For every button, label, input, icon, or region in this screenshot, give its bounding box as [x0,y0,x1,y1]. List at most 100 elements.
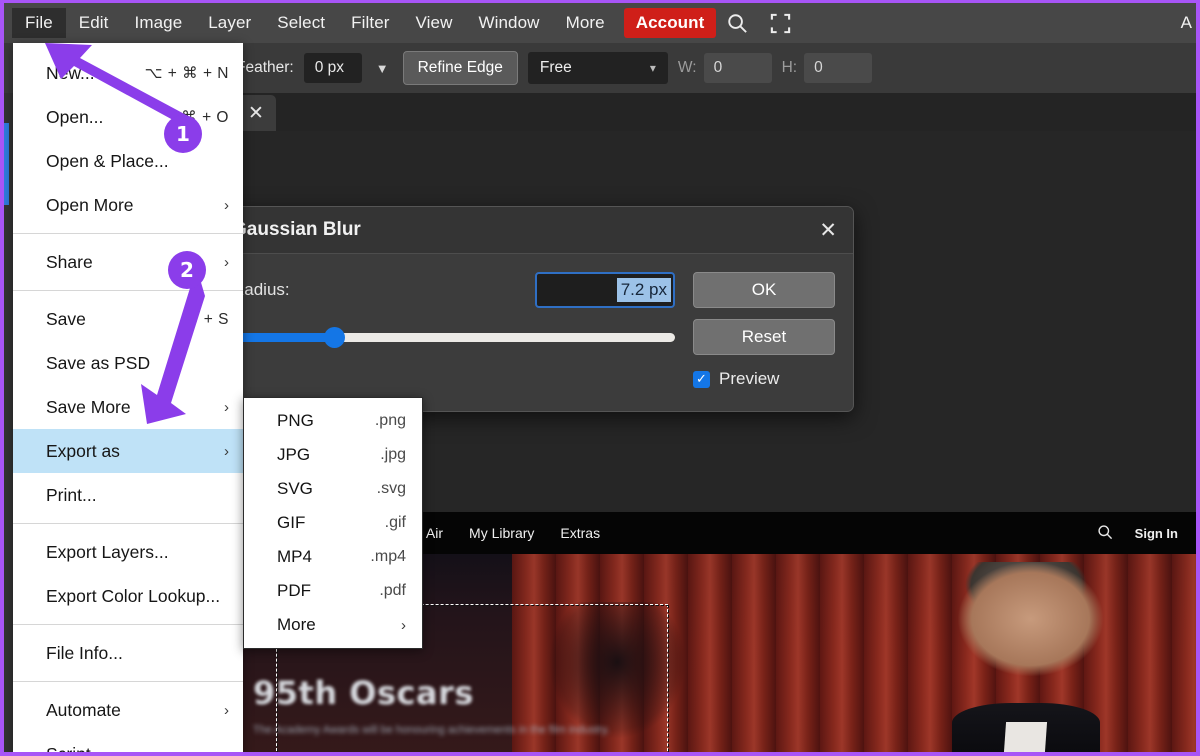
height-input[interactable]: 0 [804,53,873,83]
search-icon[interactable] [1097,524,1113,543]
menu-item-shortcut: ⌘ + S [182,310,229,328]
export-format-pdf[interactable]: PDF .pdf [244,574,422,608]
chevron-down-icon[interactable]: ▼ [372,61,393,76]
export-format-extension: .mp4 [370,548,406,565]
menu-overflow-label[interactable]: A [1181,13,1192,33]
menu-item-label: Save More [46,396,131,417]
menu-item-label: Save [46,308,86,329]
host-shirt [1004,721,1048,752]
file-menu-item-open-more[interactable]: Open More › [13,183,243,227]
feather-input[interactable]: 0 px [303,53,362,83]
export-format-jpg[interactable]: JPG .jpg [244,438,422,472]
file-menu-item-export-as[interactable]: Export as › [13,429,243,473]
sign-in-button[interactable]: Sign In [1135,526,1178,541]
file-menu-item-new[interactable]: New... ⌥ + ⌘ + N [13,51,243,95]
slider-knob[interactable] [323,327,345,348]
export-format-more[interactable]: More › [244,608,422,642]
close-icon[interactable]: ✕ [819,220,837,241]
menu-filter[interactable]: Filter [338,8,402,38]
menu-file[interactable]: File [12,8,66,38]
menu-layer[interactable]: Layer [195,8,264,38]
chevron-right-icon: › [224,253,229,271]
file-menu-dropdown[interactable]: New... ⌥ + ⌘ + N Open... ⌘ + O Open & Place.… [13,43,243,753]
export-format-gif[interactable]: GIF .gif [244,506,422,540]
file-menu-item-script[interactable]: Script... [13,732,243,753]
ok-button[interactable]: OK [693,272,835,308]
refine-edge-button[interactable]: Refine Edge [402,51,518,85]
menu-more[interactable]: More [553,8,618,38]
file-menu-item-save[interactable]: Save ⌘ + S [13,297,243,341]
preview-label: Preview [719,369,780,388]
photo-editor-window: 95th Oscars The Academy Awards will be h… [0,0,1200,756]
radius-input[interactable]: 7.2 px [535,272,675,308]
chevron-right-icon: › [224,196,229,214]
account-button[interactable]: Account [623,8,717,38]
file-menu-item-export-layers[interactable]: Export Layers... [13,530,243,574]
close-icon[interactable]: ✕ [248,104,264,123]
export-format-label: PDF [277,581,311,600]
nav-link-my-library[interactable]: My Library [469,525,534,541]
export-format-extension: .png [374,412,406,429]
file-menu-item-file-info[interactable]: File Info... [13,631,243,675]
export-format-label: More [277,615,316,634]
menu-select[interactable]: Select [264,8,338,38]
file-menu-item-print[interactable]: Print... [13,473,243,517]
export-as-submenu[interactable]: PNG .png JPG .jpg SVG .svg GIF .gif MP4 .mp4 PDF .p… [243,397,423,649]
dialog-actions: OK Reset ✓ Preview [693,272,835,389]
width-input[interactable]: 0 [703,53,772,83]
fullscreen-icon[interactable] [759,8,802,39]
menu-item-label: Export Color Lookup... [46,585,221,606]
width-label: W: [677,59,697,76]
slider-fill [232,333,334,342]
preview-checkbox[interactable]: ✓ [693,370,710,388]
menu-bar[interactable]: File Edit Image Layer Select Filter View… [4,3,1196,43]
menu-edit[interactable]: Edit [66,8,122,38]
file-menu-item-save-as-psd[interactable]: Save as PSD [13,341,243,385]
preview-toggle[interactable]: ✓ Preview [693,369,835,389]
export-format-label: PNG [277,411,314,430]
export-format-extension: .svg [376,480,406,497]
menu-item-label: Open More [46,194,134,215]
export-format-label: MP4 [277,547,312,566]
file-menu-item-share[interactable]: Share › [13,240,243,284]
export-format-svg[interactable]: SVG .svg [244,472,422,506]
export-format-mp4[interactable]: MP4 .mp4 [244,540,422,574]
export-format-extension: .jpg [380,446,406,463]
feather-label: Feather: [236,59,294,76]
nav-link-extras[interactable]: Extras [560,525,600,541]
chevron-down-icon: ▾ [649,61,656,75]
menu-image[interactable]: Image [122,8,196,38]
menu-separator [13,681,243,682]
export-format-label: GIF [277,513,306,532]
width-field-group[interactable]: W: 0 [678,53,772,83]
chevron-right-icon: › [401,616,406,634]
menu-window[interactable]: Window [465,8,552,38]
export-format-extension: .pdf [379,582,406,599]
menu-item-label: Export as [46,440,120,461]
file-menu-item-save-more[interactable]: Save More › [13,385,243,429]
radius-input-value: 7.2 px [616,278,671,302]
menu-item-shortcut: ⌥ + ⌘ + N [144,64,229,82]
selection-style-select[interactable]: Free ▾ [527,52,668,84]
menu-item-label: New... [46,62,95,83]
reset-button[interactable]: Reset [693,319,835,355]
menu-separator [13,624,243,625]
annotation-badge-2: 2 [168,251,206,289]
menu-item-label: Automate [46,699,121,720]
search-icon[interactable] [716,8,759,39]
height-field-group[interactable]: H: 0 [782,53,873,83]
dialog-titlebar: Gaussian Blur ✕ [210,207,853,254]
file-menu-item-open-place[interactable]: Open & Place... [13,139,243,183]
file-menu-item-open[interactable]: Open... ⌘ + O [13,95,243,139]
height-label: H: [781,59,798,76]
radius-slider[interactable] [232,327,675,348]
gaussian-blur-dialog[interactable]: Gaussian Blur ✕ Radius: 7.2 px OK Reset … [209,206,854,412]
menu-view[interactable]: View [403,8,466,38]
export-format-png[interactable]: PNG .png [244,404,422,438]
file-menu-item-automate[interactable]: Automate › [13,688,243,732]
dialog-controls: Radius: 7.2 px [232,272,675,389]
export-format-label: JPG [277,445,311,464]
export-format-extension: .gif [384,514,406,531]
file-menu-item-export-color-lookup[interactable]: Export Color Lookup... [13,574,243,618]
host-portrait [911,562,1141,752]
